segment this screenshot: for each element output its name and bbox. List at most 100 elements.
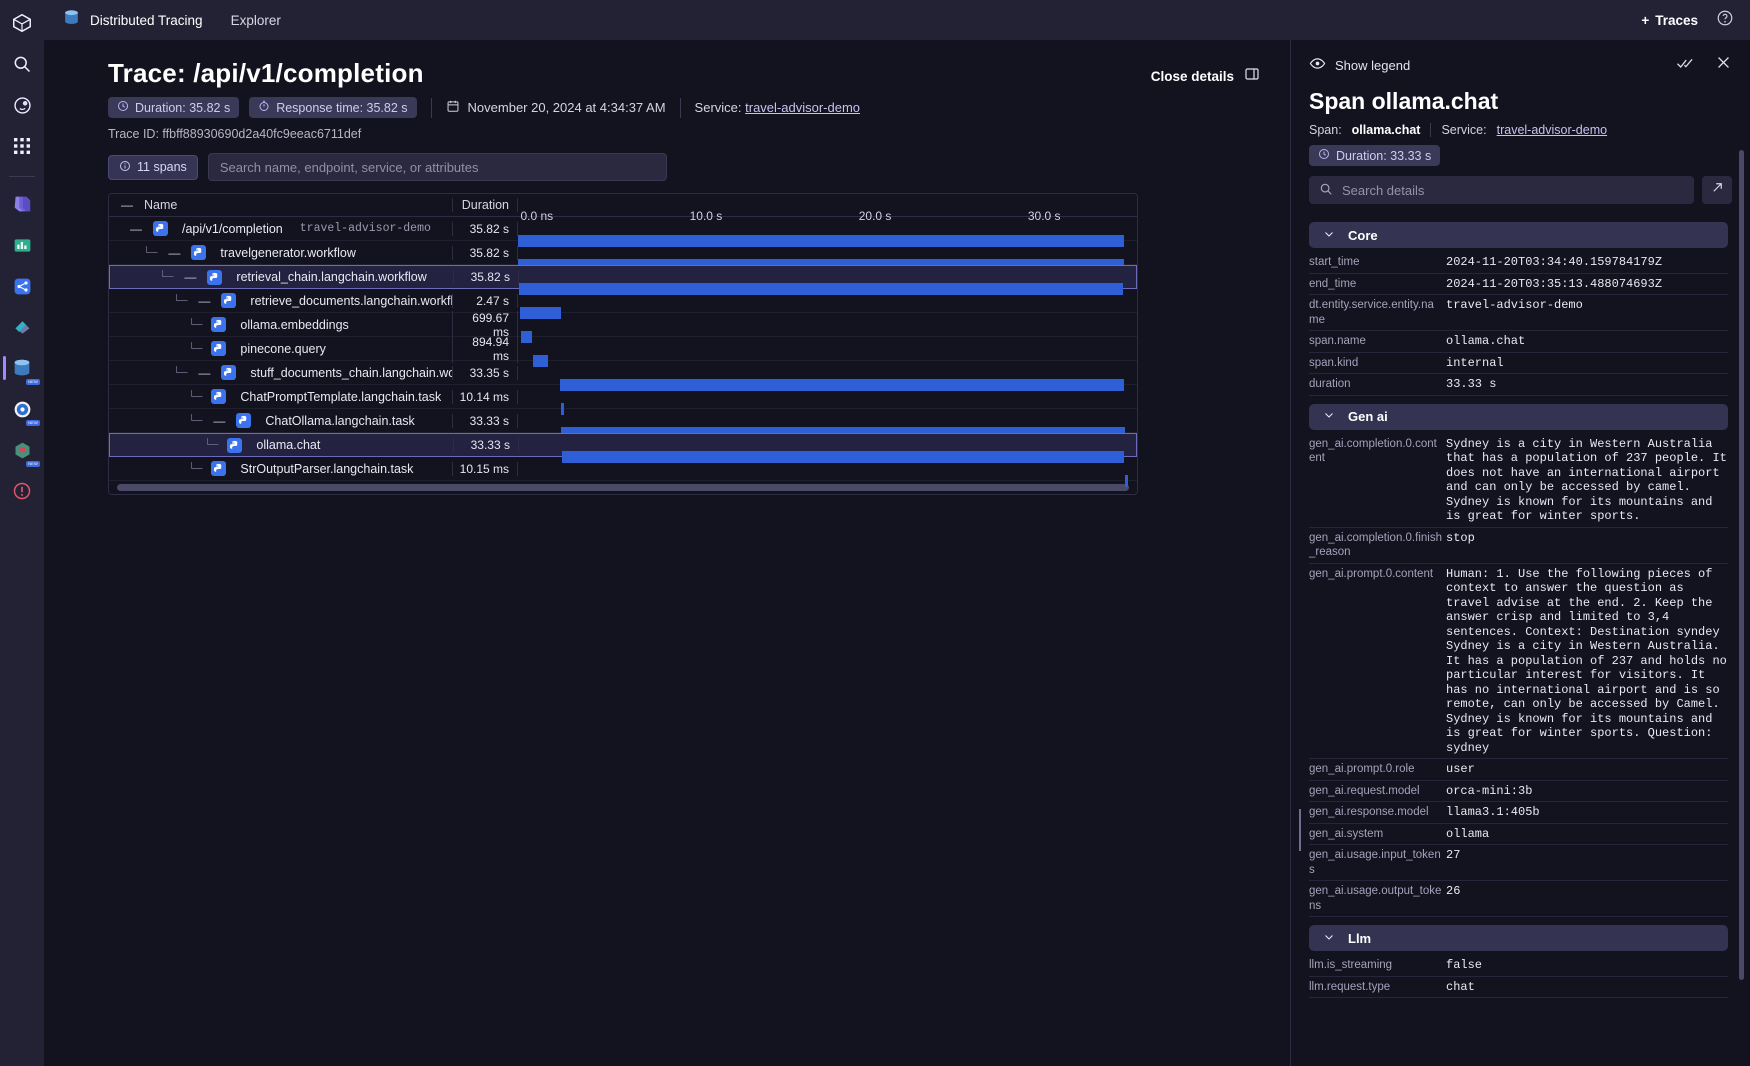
show-legend-label: Show legend	[1335, 57, 1411, 73]
open-in-new-button[interactable]	[1702, 176, 1732, 204]
python-service-icon	[211, 341, 227, 356]
attribute-value[interactable]: false	[1442, 958, 1728, 973]
table-row[interactable]: └─ ollama.embeddings 699.67 ms	[109, 310, 1137, 343]
attribute-value[interactable]: chat	[1442, 980, 1728, 995]
attribute-value[interactable]: Human: 1. Use the following pieces of co…	[1442, 567, 1728, 756]
service-link[interactable]: travel-advisor-demo	[745, 100, 860, 115]
attribute-row: gen_ai.prompt.0.content Human: 1. Use the…	[1309, 564, 1728, 759]
spans-count-chip[interactable]: 11 spans	[108, 154, 198, 180]
top-bar: Distributed Tracing Explorer + Traces	[44, 0, 1750, 40]
details-vertical-scrollbar[interactable]	[1739, 150, 1744, 980]
attribute-value[interactable]: 27	[1442, 848, 1728, 877]
span-search-input[interactable]: Search name, endpoint, service, or attri…	[207, 153, 667, 181]
mark-read-icon[interactable]	[1676, 55, 1695, 76]
app-root: NEW NEW NEW Distributed Tracing Explorer	[0, 0, 1750, 1066]
eye-icon	[1309, 55, 1326, 75]
workflows-icon[interactable]	[7, 271, 37, 301]
launcher-icon[interactable]	[7, 312, 37, 342]
table-row[interactable]: └─ StrOutputParser.langchain.task 10.15 ms	[109, 457, 1137, 487]
row-expander-toggle[interactable]: —	[182, 270, 198, 284]
attribute-section-header[interactable]: Gen ai	[1309, 403, 1728, 430]
table-row[interactable]: └─ — travelgenerator.workflow 35.82 s	[109, 241, 1137, 271]
attribute-section-header[interactable]: Core	[1309, 222, 1728, 248]
settings-gear-icon[interactable]: NEW	[7, 394, 40, 426]
meta-divider	[430, 97, 432, 118]
attribute-value[interactable]: user	[1442, 762, 1728, 777]
collapse-all-icon[interactable]: —	[119, 198, 135, 212]
row-expander-toggle[interactable]: —	[166, 246, 182, 260]
table-row[interactable]: — /api/v1/completion travel-advisor-demo 35…	[109, 217, 1137, 247]
span-name-cell: └─ StrOutputParser.langchain.task	[109, 461, 452, 476]
problems-icon[interactable]	[7, 476, 37, 506]
dashboards-icon[interactable]	[7, 230, 37, 260]
add-traces-button[interactable]: + Traces	[1641, 13, 1698, 28]
table-row[interactable]: └─ ollama.chat 33.33 s	[109, 433, 1137, 463]
details-subtitle: Span: ollama.chat Service: travel-adviso…	[1291, 115, 1750, 137]
attribute-value[interactable]: internal	[1442, 356, 1728, 371]
attribute-value[interactable]: llama3.1:405b	[1442, 805, 1728, 820]
help-circle-icon[interactable]	[1716, 9, 1734, 32]
attribute-section-title: Llm	[1348, 930, 1372, 946]
details-search-input[interactable]: Search details	[1309, 176, 1694, 204]
tree-connector: └─	[143, 245, 158, 260]
attribute-row: gen_ai.completion.0.content Sydney is a c…	[1309, 434, 1728, 528]
response-chip-label: Response time: 35.82 s	[276, 100, 408, 115]
davis-ai-icon[interactable]	[7, 90, 37, 120]
search-icon[interactable]	[7, 49, 37, 79]
attribute-value[interactable]: ollama	[1442, 827, 1728, 842]
attribute-value[interactable]: travel-advisor-demo	[1442, 298, 1728, 327]
row-expander-toggle[interactable]: —	[128, 222, 144, 236]
close-icon[interactable]	[1715, 54, 1732, 76]
attribute-value[interactable]: 2024-11-20T03:34:40.159784179Z	[1442, 255, 1728, 270]
attribute-row: gen_ai.usage.input_tokens 27	[1309, 845, 1728, 881]
span-name-label: ollama.chat	[256, 438, 321, 452]
span-name-label: ChatOllama.langchain.task	[265, 413, 415, 428]
attribute-value[interactable]: stop	[1442, 531, 1728, 560]
attribute-row: llm.is_streaming false	[1309, 955, 1728, 977]
row-expander-toggle[interactable]: —	[196, 366, 212, 380]
table-row[interactable]: └─ ChatPromptTemplate.langchain.task 10.14…	[109, 385, 1137, 415]
row-expander-toggle[interactable]: —	[196, 294, 212, 308]
close-details-button[interactable]: Close details	[1151, 58, 1290, 87]
search-icon	[1319, 182, 1333, 199]
horizontal-scroll-thumb[interactable]	[117, 484, 1129, 491]
attribute-value[interactable]: ollama.chat	[1442, 334, 1728, 349]
table-row[interactable]: └─ — stuff_documents_chain.langchain.workf…	[109, 361, 1137, 391]
span-name-label: StrOutputParser.langchain.task	[240, 461, 414, 476]
row-expander-toggle[interactable]: —	[211, 414, 227, 428]
notebooks-icon[interactable]	[7, 189, 37, 219]
nav-link-explorer[interactable]: Explorer	[231, 13, 281, 28]
distributed-tracing-icon[interactable]: NEW	[3, 353, 40, 385]
tree-connector: └─	[188, 413, 203, 428]
span-duration-bar[interactable]	[1125, 474, 1129, 487]
span-duration-cell: 894.94 ms	[452, 334, 518, 363]
tree-connector: └─	[188, 461, 203, 476]
attribute-row: start_time 2024-11-20T03:34:40.159784179Z	[1309, 252, 1728, 274]
table-row[interactable]: └─ — retrieval_chain.langchain.workflow 35.…	[109, 265, 1137, 295]
attribute-value[interactable]: 2024-11-20T03:35:13.488074693Z	[1442, 277, 1728, 292]
dynatrace-logo-icon[interactable]	[7, 8, 37, 38]
attribute-section-header[interactable]: Llm	[1309, 925, 1728, 951]
details-service-link[interactable]: travel-advisor-demo	[1497, 123, 1607, 137]
span-service-label: travel-advisor-demo	[299, 222, 431, 235]
kubernetes-icon[interactable]: NEW	[7, 435, 40, 467]
horizontal-scroll-track[interactable]	[109, 481, 1137, 494]
details-attributes-scroll[interactable]: Core start_time 2024-11-20T03:34:40.159784…	[1291, 204, 1750, 1066]
details-sections: Core start_time 2024-11-20T03:34:40.159784…	[1309, 222, 1728, 998]
details-search-placeholder: Search details	[1342, 182, 1425, 198]
calendar-icon	[446, 99, 460, 116]
app-identity[interactable]: Distributed Tracing	[62, 8, 203, 32]
apps-grid-icon[interactable]	[7, 131, 37, 161]
attribute-value[interactable]: orca-mini:3b	[1442, 784, 1728, 799]
attribute-value[interactable]: Sydney is a city in Western Australia th…	[1442, 437, 1728, 524]
attribute-value[interactable]: 33.33 s	[1442, 377, 1728, 392]
duration-chip: Duration: 35.82 s	[108, 97, 240, 118]
details-duration-label: Duration: 33.33 s	[1336, 148, 1432, 163]
table-row[interactable]: └─ — ChatOllama.langchain.task 33.33 s	[109, 409, 1137, 439]
attribute-value[interactable]: 26	[1442, 884, 1728, 913]
table-row[interactable]: └─ — retrieve_documents.langchain.workflow…	[109, 289, 1137, 319]
table-row[interactable]: └─ pinecone.query 894.94 ms	[109, 334, 1137, 367]
show-legend-button[interactable]: Show legend	[1309, 55, 1410, 75]
attribute-key: llm.request.type	[1309, 980, 1391, 993]
spans-table-header: — Name Duration 0.0 ns 10.0 s 20.0 s 30.0 s	[109, 194, 1137, 223]
